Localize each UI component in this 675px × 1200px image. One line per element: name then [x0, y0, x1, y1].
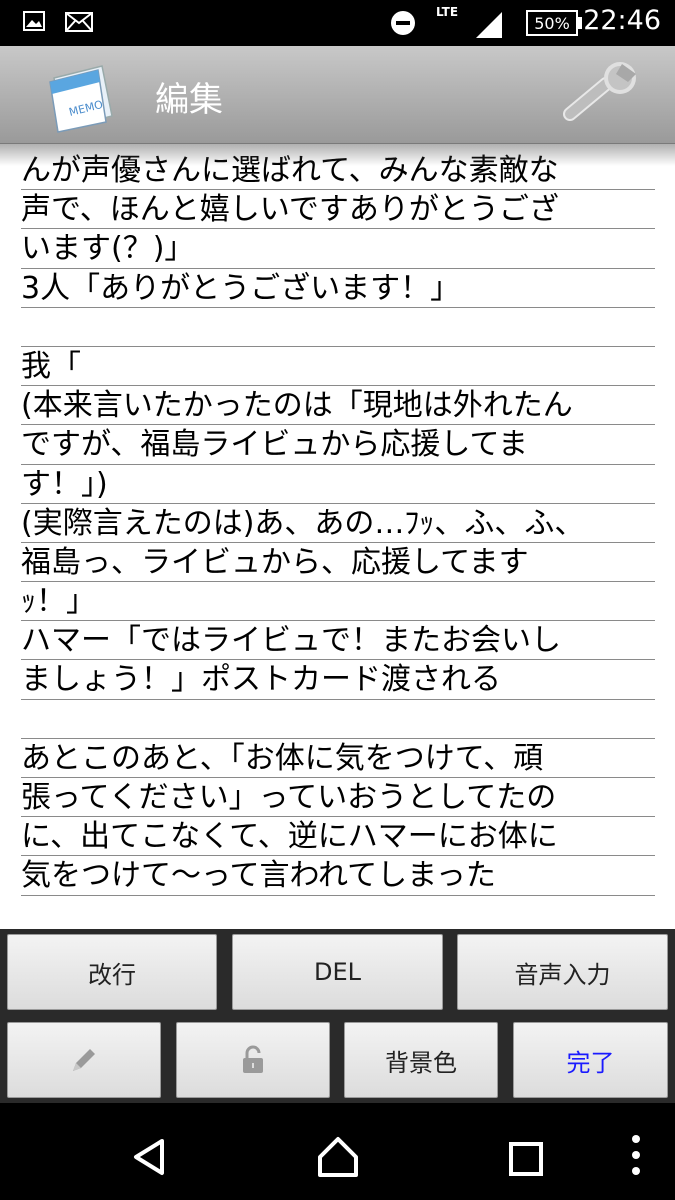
voice-input-button-label: 音声入力	[514, 960, 611, 989]
text-line[interactable]: に、出てこなくて、逆にハマーにお体に	[21, 817, 655, 857]
overflow-icon[interactable]	[630, 1133, 642, 1177]
text-line[interactable]: ｯ！」	[21, 582, 655, 622]
voice-input-button[interactable]: 音声入力	[457, 934, 668, 1010]
background-color-button[interactable]: 背景色	[344, 1022, 498, 1098]
pen-button[interactable]	[7, 1022, 161, 1098]
recents-icon[interactable]	[508, 1141, 544, 1177]
network-type: LTE	[436, 5, 459, 19]
text-line[interactable]: ましょう！」ポストカード渡される	[21, 660, 655, 700]
done-button-label: 完了	[566, 1048, 615, 1077]
text-line[interactable]: あとこのあと、「お体に気をつけて、頑	[21, 739, 655, 778]
delete-button-label: DEL	[313, 958, 361, 986]
memo-icon[interactable]: MEMO	[40, 58, 120, 134]
signal-icon	[476, 12, 502, 38]
text-line[interactable]: 声で、ほんと嬉しいですありがとうござ	[21, 190, 655, 230]
settings-wrench-icon[interactable]	[562, 62, 644, 124]
text-line[interactable]: (本来言いたかったのは「現地は外れたん	[21, 386, 655, 426]
text-line[interactable]: んが声優さんに選ばれて、みんな素敵な	[21, 151, 655, 191]
text-line[interactable]: 3人「ありがとうございます！」	[21, 269, 655, 308]
battery-cap	[578, 17, 582, 29]
text-line[interactable]: ハマー「ではライビュで！またお会いし	[21, 621, 655, 661]
screen-title: 編集	[155, 80, 223, 120]
lock-button[interactable]	[176, 1022, 330, 1098]
app-bar: MEMO 編集	[0, 46, 675, 144]
text-line[interactable]: 張ってください」っていおうとしてたの	[21, 778, 655, 818]
pencil-icon	[73, 1049, 95, 1071]
text-line[interactable]: 福島っ、ライビュから、応援してます	[21, 543, 655, 583]
button-panel: 改行 DEL 音声入力 背景色 完了	[0, 929, 675, 1103]
memo-text[interactable]: んが声優さんに選ばれて、みんな素敵な 声で、ほんと嬉しいですありがとうござ いま…	[21, 151, 655, 896]
memo-editor[interactable]: んが声優さんに選ばれて、みんな素敵な 声で、ほんと嬉しいですありがとうござ いま…	[0, 144, 675, 929]
status-bar: LTE 50% 22:46	[0, 0, 675, 46]
text-line[interactable]: います(？)」	[21, 229, 655, 269]
text-line[interactable]	[21, 700, 655, 739]
battery-level: 50%	[534, 13, 570, 33]
home-icon[interactable]	[316, 1135, 360, 1179]
text-line[interactable]: す！」)	[21, 465, 655, 504]
text-line[interactable]	[21, 308, 655, 347]
newline-button-label: 改行	[88, 960, 136, 989]
do-not-disturb-icon	[391, 11, 415, 35]
mail-icon	[65, 12, 93, 32]
navigation-bar	[0, 1103, 675, 1200]
done-button[interactable]: 完了	[513, 1022, 668, 1098]
text-line[interactable]: ですが、福島ライビュから応援してま	[21, 425, 655, 465]
background-color-button-label: 背景色	[385, 1048, 457, 1077]
delete-button[interactable]: DEL	[232, 934, 443, 1010]
text-line[interactable]: 我「	[21, 347, 655, 387]
text-line[interactable]: 気をつけて～って言われてしまった	[21, 856, 655, 896]
newline-button[interactable]: 改行	[7, 934, 217, 1010]
text-line[interactable]: (実際言えたのは)あ、あの…ﾌｯ、ふ、ふ、	[21, 504, 655, 543]
image-icon	[23, 11, 45, 31]
back-icon[interactable]	[130, 1137, 170, 1177]
battery-icon: 50%	[526, 10, 578, 36]
unlock-icon	[243, 1045, 263, 1073]
clock: 22:46	[583, 5, 661, 36]
